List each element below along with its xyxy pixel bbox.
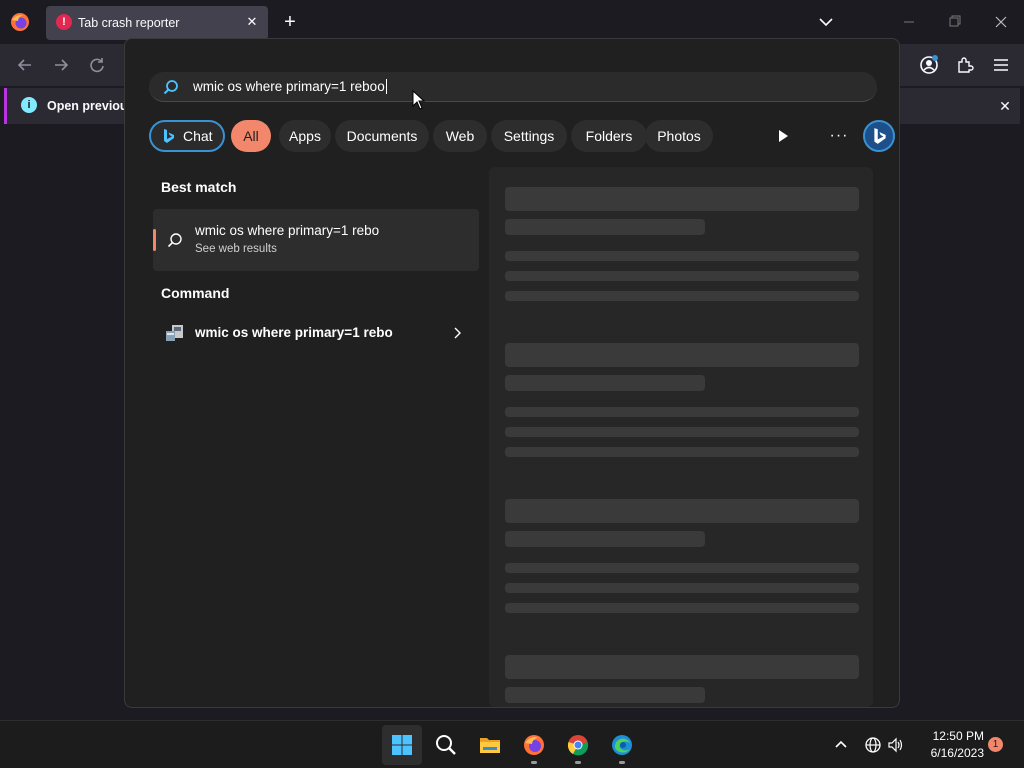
bing-chat-icon <box>164 129 174 143</box>
clock-date[interactable]: 6/16/2023 <box>916 746 984 760</box>
taskbar-chrome[interactable] <box>558 725 598 765</box>
filter-photos[interactable]: Photos <box>645 120 713 152</box>
windows-search-panel: wmic os where primary=1 reboo Chat All A… <box>124 38 900 708</box>
running-indicator <box>575 761 581 764</box>
tab-crash-reporter[interactable]: ! Tab crash reporter ✕ <box>46 6 268 40</box>
filter-chat[interactable]: Chat <box>149 120 225 152</box>
filter-web[interactable]: Web <box>433 120 487 152</box>
selection-indicator <box>153 229 156 251</box>
back-icon[interactable] <box>14 54 36 76</box>
firefox-icon <box>524 735 544 755</box>
skeleton-line <box>505 603 859 613</box>
best-match-result[interactable]: wmic os where primary=1 rebo See web res… <box>153 209 479 271</box>
taskbar-edge[interactable] <box>602 725 642 765</box>
play-icon[interactable] <box>775 128 791 144</box>
reload-icon[interactable] <box>86 54 108 76</box>
chevron-down-icon[interactable] <box>816 12 836 32</box>
running-indicator <box>531 761 537 764</box>
skeleton-line <box>505 271 859 281</box>
taskbar: 12:50 PM 6/16/2023 1 <box>0 720 1024 768</box>
chevron-right-icon[interactable] <box>451 326 463 340</box>
bing-icon <box>874 128 886 144</box>
menu-icon[interactable] <box>990 54 1012 76</box>
tab-title: Tab crash reporter <box>78 16 180 30</box>
best-match-heading: Best match <box>161 179 237 195</box>
bing-button[interactable] <box>863 120 895 152</box>
skeleton-line <box>505 427 859 437</box>
running-indicator <box>619 761 625 764</box>
filter-all[interactable]: All <box>231 120 271 152</box>
warning-icon: ! <box>56 14 72 30</box>
filter-apps[interactable]: Apps <box>279 120 331 152</box>
screen: ! Tab crash reporter ✕ + i Open previous… <box>0 0 1024 768</box>
notification-badge[interactable]: 1 <box>988 737 1003 752</box>
search-icon <box>163 80 178 95</box>
mouse-cursor-icon <box>412 90 426 110</box>
info-icon: i <box>21 97 37 113</box>
search-icon <box>167 233 182 248</box>
filter-documents[interactable]: Documents <box>335 120 429 152</box>
skeleton-line <box>505 583 859 593</box>
skeleton-line <box>505 447 859 457</box>
edge-icon <box>612 735 632 755</box>
new-tab-button[interactable]: + <box>280 12 300 32</box>
close-notification-icon[interactable]: ✕ <box>995 96 1015 116</box>
clock-time[interactable]: 12:50 PM <box>916 729 984 743</box>
skeleton-title <box>505 499 859 523</box>
skeleton-title <box>505 655 859 679</box>
folder-icon <box>480 738 500 753</box>
filter-folders[interactable]: Folders <box>571 120 647 152</box>
text-caret <box>385 79 387 94</box>
more-options-button[interactable]: ··· <box>829 126 849 146</box>
skeleton-line <box>505 291 859 301</box>
restore-icon[interactable] <box>944 12 966 32</box>
skeleton-line <box>505 563 859 573</box>
window-close-icon[interactable] <box>990 12 1012 32</box>
search-query-text[interactable]: wmic os where primary=1 reboo <box>193 79 387 94</box>
firefox-icon[interactable] <box>10 12 30 32</box>
taskbar-firefox[interactable] <box>514 725 554 765</box>
search-input[interactable]: wmic os where primary=1 reboo <box>149 72 877 102</box>
best-match-subtitle: See web results <box>195 243 277 255</box>
command-title: wmic os where primary=1 rebo <box>195 325 393 340</box>
search-filter-bar: Chat All Apps Documents Web Settings Fol… <box>149 120 895 154</box>
search-icon <box>436 735 456 755</box>
chrome-icon <box>567 735 589 756</box>
close-tab-icon[interactable]: ✕ <box>244 14 260 30</box>
network-globe-icon[interactable] <box>864 736 882 754</box>
account-icon[interactable] <box>918 54 940 76</box>
minimize-icon[interactable] <box>898 12 920 32</box>
result-preview-loading <box>489 167 873 707</box>
command-heading: Command <box>161 285 230 301</box>
command-app-icon <box>166 325 183 341</box>
skeleton-subtitle <box>505 375 705 391</box>
extensions-icon[interactable] <box>954 54 976 76</box>
filter-settings[interactable]: Settings <box>491 120 567 152</box>
skeleton-subtitle <box>505 219 705 235</box>
skeleton-line <box>505 251 859 261</box>
skeleton-line <box>505 407 859 417</box>
skeleton-subtitle <box>505 687 705 703</box>
taskbar-file-explorer[interactable] <box>470 725 510 765</box>
windows-logo-icon <box>392 735 412 755</box>
best-match-title: wmic os where primary=1 rebo <box>195 223 380 238</box>
notification-text: Open previous <box>47 99 135 113</box>
skeleton-title <box>505 343 859 367</box>
start-button[interactable] <box>382 725 422 765</box>
volume-icon[interactable] <box>887 736 905 754</box>
command-result[interactable]: wmic os where primary=1 rebo <box>153 315 479 351</box>
forward-icon[interactable] <box>50 54 72 76</box>
taskbar-search-button[interactable] <box>426 725 466 765</box>
skeleton-title <box>505 187 859 211</box>
skeleton-subtitle <box>505 531 705 547</box>
chevron-up-icon[interactable] <box>832 736 850 754</box>
